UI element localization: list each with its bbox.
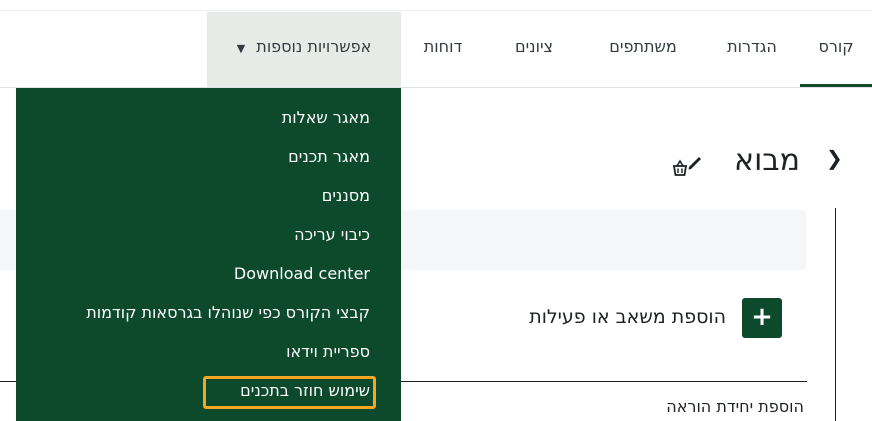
highlight-box xyxy=(203,376,376,409)
menu-item-video-library[interactable]: ספריית וידאו xyxy=(286,341,370,363)
section-header-bg-left xyxy=(0,210,16,270)
menu-item-filters[interactable]: מסננים xyxy=(322,185,370,207)
basket-icon[interactable] xyxy=(670,158,690,178)
tab-course[interactable]: קורס xyxy=(806,12,866,87)
section-border xyxy=(835,208,836,421)
add-activity-label[interactable]: הוספת משאב או פעילות xyxy=(490,306,726,328)
add-unit-label[interactable]: הוספת יחידת הוראה xyxy=(630,397,804,416)
add-activity-button[interactable]: + xyxy=(742,298,782,338)
tab-participants[interactable]: משתתפים xyxy=(588,12,698,87)
collapse-section-icon[interactable]: ❯ xyxy=(826,146,843,170)
section-header-bg xyxy=(401,210,806,270)
menu-item-legacy-files[interactable]: קבצי הקורס כפי שנוהלו בגרסאות קודמות xyxy=(86,302,370,324)
section-title: מבוא xyxy=(734,143,800,178)
menu-item-download-center[interactable]: Download center xyxy=(234,263,370,285)
menu-item-content-bank[interactable]: מאגר תכנים xyxy=(288,146,370,168)
tab-reports[interactable]: דוחות xyxy=(408,12,478,87)
divider xyxy=(401,381,807,382)
active-tab-indicator xyxy=(800,84,872,87)
tab-settings[interactable]: הגדרות xyxy=(712,12,792,87)
more-options-dropdown: מאגר שאלות מאגר תכנים מסננים כיבוי עריכה… xyxy=(16,88,401,421)
tab-grades[interactable]: ציונים xyxy=(494,12,574,87)
top-divider xyxy=(0,10,872,11)
chevron-down-icon: ▼ xyxy=(236,42,246,55)
menu-item-question-bank[interactable]: מאגר שאלות xyxy=(282,107,370,129)
tab-more-options[interactable]: ▼ אפשרויות נוספות xyxy=(207,12,401,87)
tab-more-label: אפשרויות נוספות xyxy=(256,37,372,56)
menu-item-edit-off[interactable]: כיבוי עריכה xyxy=(294,224,370,246)
divider-left xyxy=(0,381,16,382)
